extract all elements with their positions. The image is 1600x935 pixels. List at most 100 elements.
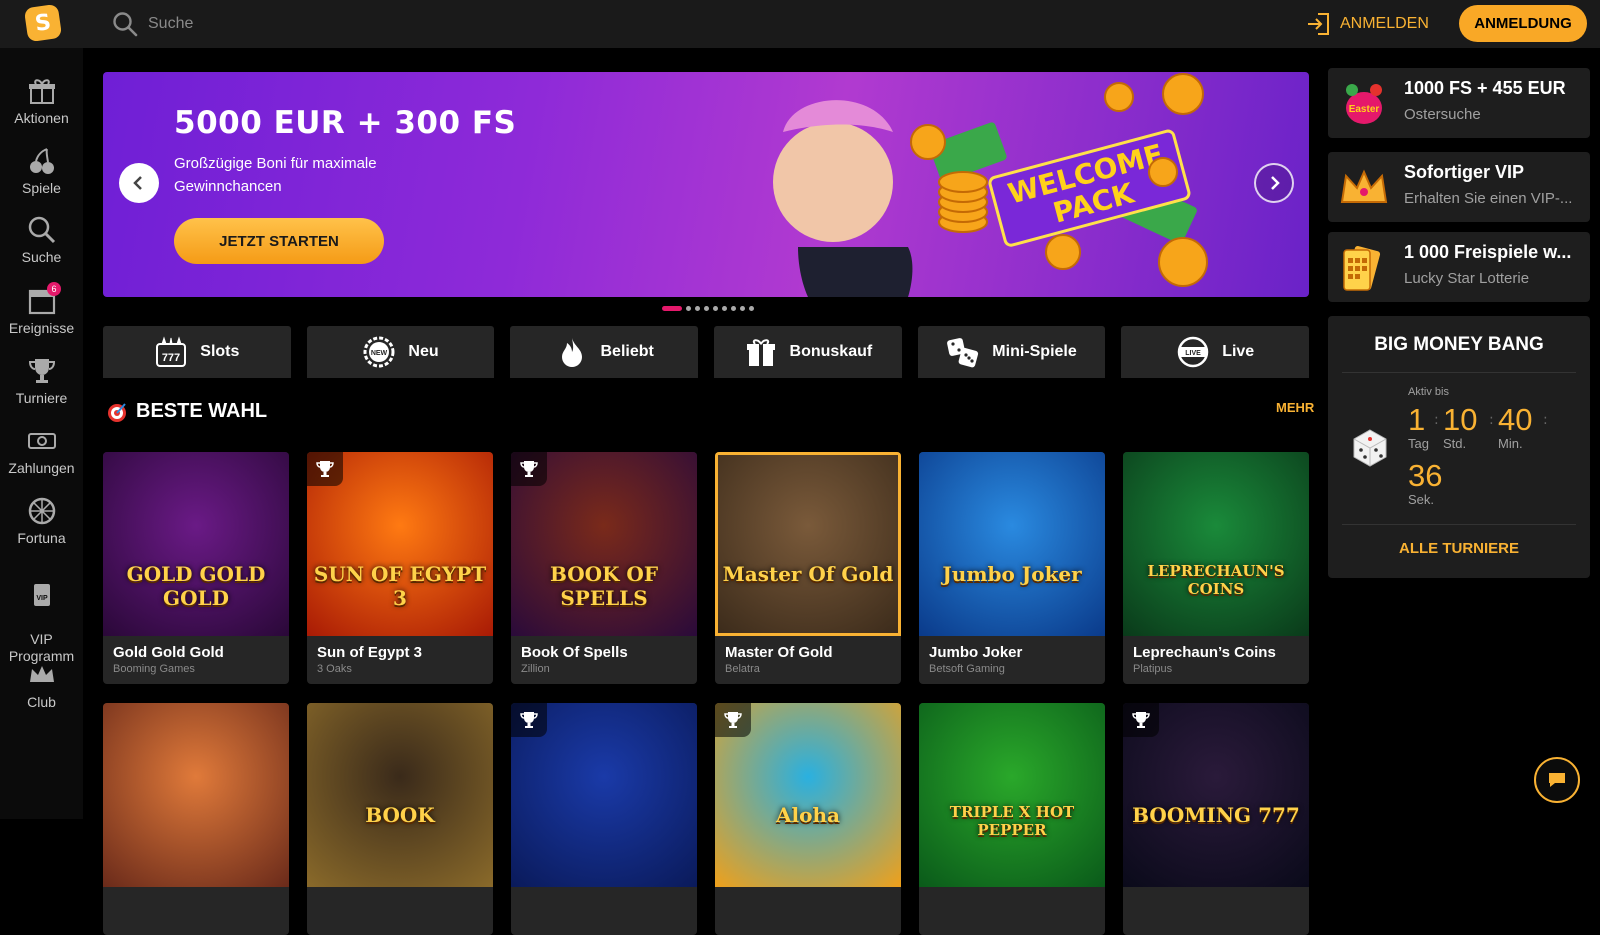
carousel-dot[interactable] — [731, 306, 736, 311]
game-thumbnail[interactable]: SUN OF EGYPT 3 — [307, 452, 493, 636]
game-card[interactable]: Jumbo Joker Jumbo Joker Betsoft Gaming — [919, 452, 1105, 684]
hero-cta-button[interactable]: JETZT STARTEN — [174, 218, 384, 264]
game-card[interactable]: GOLD GOLD GOLD Gold Gold Gold Booming Game… — [103, 452, 289, 684]
game-thumbnail[interactable]: BOOK — [307, 703, 493, 887]
search-icon — [28, 216, 55, 244]
tab-label: Neu — [408, 343, 439, 360]
game-thumbnail[interactable]: LEPRECHAUN'S COINS — [1123, 452, 1309, 636]
countdown-unit: Tag — [1408, 436, 1429, 451]
game-card[interactable]: BOOMING 777 — [1123, 703, 1309, 935]
chevron-left-icon — [133, 176, 142, 190]
game-thumbnail[interactable]: TRIPLE X HOT PEPPER — [919, 703, 1105, 887]
promo-vip[interactable]: Sofortiger VIP Erhalten Sie einen VIP-..… — [1328, 152, 1590, 222]
game-card[interactable]: BOOK OF SPELLS Book Of Spells Zillion — [511, 452, 697, 684]
countdown-unit: Std. — [1443, 436, 1467, 451]
carousel-dot[interactable] — [695, 306, 700, 311]
countdown-hours: 10 Std. — [1443, 402, 1478, 452]
gift-icon — [28, 79, 55, 104]
game-logo-text: LEPRECHAUN'S COINS — [1147, 562, 1285, 598]
hero-banner[interactable]: WELCOME PACK 5000 EUR + 300 FS Großzügig… — [103, 72, 1309, 297]
sidebar-item-suche[interactable]: Suche — [0, 215, 83, 265]
game-card[interactable]: LEPRECHAUN'S COINS Leprechaun’s Coins Plat… — [1123, 452, 1309, 684]
game-thumbnail[interactable] — [511, 703, 697, 887]
tab-mini-spiele[interactable]: Mini-Spiele — [917, 326, 1106, 378]
search-input[interactable] — [148, 12, 508, 36]
game-thumbnail[interactable]: Master Of Gold — [715, 452, 901, 636]
search-icon[interactable] — [112, 11, 138, 37]
promo-title: Sofortiger VIP — [1404, 162, 1525, 182]
easter-egg-icon: Easter — [1346, 84, 1382, 124]
trophy-icon — [511, 452, 547, 486]
game-card[interactable]: Aloha — [715, 703, 901, 935]
game-card[interactable] — [103, 703, 289, 935]
sidebar-item-zahlungen[interactable]: Zahlungen — [0, 426, 83, 476]
game-card[interactable]: SUN OF EGYPT 3 Sun of Egypt 3 3 Oaks — [307, 452, 493, 684]
game-thumbnail[interactable]: BOOK OF SPELLS — [511, 452, 697, 636]
carousel-dot[interactable] — [686, 306, 691, 311]
top-bar: S ANMELDEN ANMELDUNG — [0, 0, 1600, 48]
target-icon — [108, 402, 126, 422]
carousel-dot[interactable] — [749, 306, 754, 311]
category-tabs: 777 Slots NEW Neu Beliebt Bonuskauf Mini… — [103, 326, 1310, 378]
game-thumbnail[interactable]: BOOMING 777 — [1123, 703, 1309, 887]
sidebar-item-vip[interactable]: VIP VIP Programm — [0, 563, 83, 665]
trophy-icon — [715, 703, 751, 737]
game-title: Gold Gold Gold — [113, 644, 224, 661]
register-button[interactable]: ANMELDUNG — [1459, 5, 1587, 42]
sidebar-item-spiele[interactable]: Spiele — [0, 146, 83, 196]
section-header: BESTE WAHL — [106, 400, 267, 423]
sidebar-item-club[interactable]: Club — [0, 660, 83, 710]
login-button[interactable]: ANMELDEN — [1306, 10, 1429, 38]
game-provider: Belatra — [725, 663, 760, 675]
carousel-dot[interactable] — [662, 306, 682, 311]
tab-neu[interactable]: NEW Neu — [306, 326, 495, 378]
carousel-next-button[interactable] — [1254, 163, 1294, 203]
sidebar-item-aktionen[interactable]: Aktionen — [0, 76, 83, 126]
carousel-dot[interactable] — [740, 306, 745, 311]
tab-live[interactable]: LIVE Live — [1121, 326, 1310, 378]
game-card[interactable]: Master Of Gold Master Of Gold Belatra — [715, 452, 901, 684]
more-link[interactable]: MEHR — [1276, 400, 1314, 415]
promo-easter[interactable]: Easter 1000 FS + 455 EUR Ostersuche — [1328, 68, 1590, 138]
logo[interactable]: S — [23, 3, 63, 43]
sidebar-item-ereignisse[interactable]: 6 Ereignisse — [0, 282, 83, 336]
game-provider: 3 Oaks — [317, 663, 352, 675]
sidebar-item-label: Suche — [21, 249, 62, 265]
game-title: Book Of Spells — [521, 644, 628, 661]
countdown-value: 10 — [1443, 402, 1478, 437]
tab-beliebt[interactable]: Beliebt — [510, 326, 699, 378]
game-thumbnail[interactable]: GOLD GOLD GOLD — [103, 452, 289, 636]
game-thumbnail[interactable]: Aloha — [715, 703, 901, 887]
all-tournaments-link[interactable]: ALLE TURNIERE — [1328, 540, 1590, 557]
carousel-dot[interactable] — [713, 306, 718, 311]
notification-badge: 6 — [47, 282, 61, 296]
tab-bonuskauf[interactable]: Bonuskauf — [714, 326, 902, 378]
game-thumbnail[interactable] — [103, 703, 289, 887]
tab-label: Beliebt — [600, 343, 654, 360]
sidebar-item-turniere[interactable]: Turniere — [0, 356, 83, 406]
game-card[interactable]: TRIPLE X HOT PEPPER — [919, 703, 1105, 935]
divider — [1342, 524, 1576, 525]
promo-lottery[interactable]: 1 000 Freispiele w... Lucky Star Lotteri… — [1328, 232, 1590, 302]
sidebar: Aktionen Spiele Suche 6 Ereignisse Turni… — [0, 48, 83, 819]
svg-text:Easter: Easter — [1349, 104, 1380, 115]
separator: : — [1434, 412, 1439, 428]
game-card[interactable] — [511, 703, 697, 935]
carousel-dot[interactable] — [704, 306, 709, 311]
gift-icon — [746, 339, 775, 366]
crown-icon — [1340, 169, 1388, 203]
sidebar-item-label: Club — [27, 694, 56, 710]
divider — [1342, 372, 1576, 373]
carousel-prev-button[interactable] — [119, 163, 159, 203]
carousel-dot[interactable] — [722, 306, 727, 311]
game-title: Jumbo Joker — [929, 644, 1023, 661]
tab-slots[interactable]: 777 Slots — [103, 326, 291, 378]
sidebar-item-fortuna[interactable]: Fortuna — [0, 496, 83, 546]
promo-subtitle: Lucky Star Lotterie — [1404, 270, 1530, 287]
game-thumbnail[interactable]: Jumbo Joker — [919, 452, 1105, 636]
game-card[interactable]: BOOK — [307, 703, 493, 935]
promo-subtitle: Erhalten Sie einen VIP-... — [1404, 190, 1573, 207]
section-title: BESTE WAHL — [136, 400, 268, 422]
chat-button[interactable] — [1534, 757, 1580, 803]
hero-title: 5000 EUR + 300 FS — [174, 105, 517, 141]
